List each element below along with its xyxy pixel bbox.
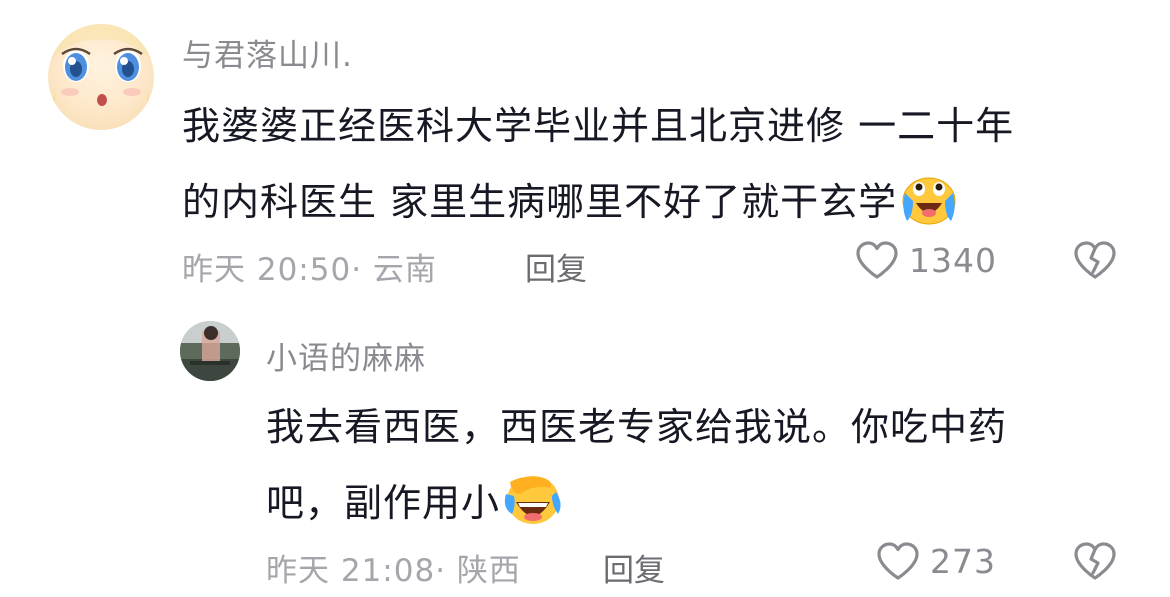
- comment-timestamp-location: 昨天 21:08· 陕西: [266, 553, 521, 589]
- dislike-button[interactable]: [1073, 541, 1117, 585]
- comment-username[interactable]: 与君落山川.: [182, 30, 353, 75]
- comment-content-text: 的内科医生 家里生病哪里不好了就干玄学: [182, 180, 898, 224]
- like-button[interactable]: 273: [876, 541, 996, 581]
- comment-content: 我婆婆正经医科大学毕业并且北京进修 一二十年 的内科医生 家里生病哪里不好了就干…: [182, 88, 1132, 250]
- like-button[interactable]: 1340: [855, 240, 997, 280]
- reply-button[interactable]: 回复: [603, 545, 665, 590]
- comment-content-line: 吧，副作用小: [266, 465, 1126, 551]
- like-count: 1340: [909, 240, 997, 280]
- comment-content-line: 我去看西医，西医老专家给我说。你吃中药: [266, 405, 1008, 449]
- like-count: 273: [930, 541, 996, 581]
- heart-outline-icon: [877, 542, 919, 580]
- comment-content-line: 的内科医生 家里生病哪里不好了就干玄学: [182, 164, 1132, 250]
- comment-username[interactable]: 小语的麻麻: [266, 333, 426, 378]
- loudly-crying-face-icon: [901, 174, 957, 250]
- comment-thread: 与君落山川. 我婆婆正经医科大学毕业并且北京进修 一二十年 的内科医生 家里生病…: [0, 0, 1170, 597]
- comment-content: 我去看西医，西医老专家给我说。你吃中药 吧，副作用小: [266, 389, 1126, 551]
- avatar[interactable]: [180, 321, 240, 381]
- dislike-button[interactable]: [1073, 240, 1117, 284]
- broken-heart-icon: [1074, 241, 1116, 279]
- heart-outline-icon: [856, 241, 898, 279]
- comment-content-line: 我婆婆正经医科大学毕业并且北京进修 一二十年: [182, 104, 1015, 148]
- photo-avatar-icon: [180, 321, 240, 381]
- broken-heart-icon: [1074, 542, 1116, 580]
- comment-content-text: 吧，副作用小: [266, 481, 501, 525]
- crying-laughing-face-icon: [504, 472, 562, 551]
- reply-button[interactable]: 回复: [525, 244, 587, 289]
- avatar[interactable]: [48, 24, 154, 130]
- anime-girl-avatar-icon: [48, 24, 154, 130]
- comment-timestamp-location: 昨天 20:50· 云南: [182, 252, 437, 288]
